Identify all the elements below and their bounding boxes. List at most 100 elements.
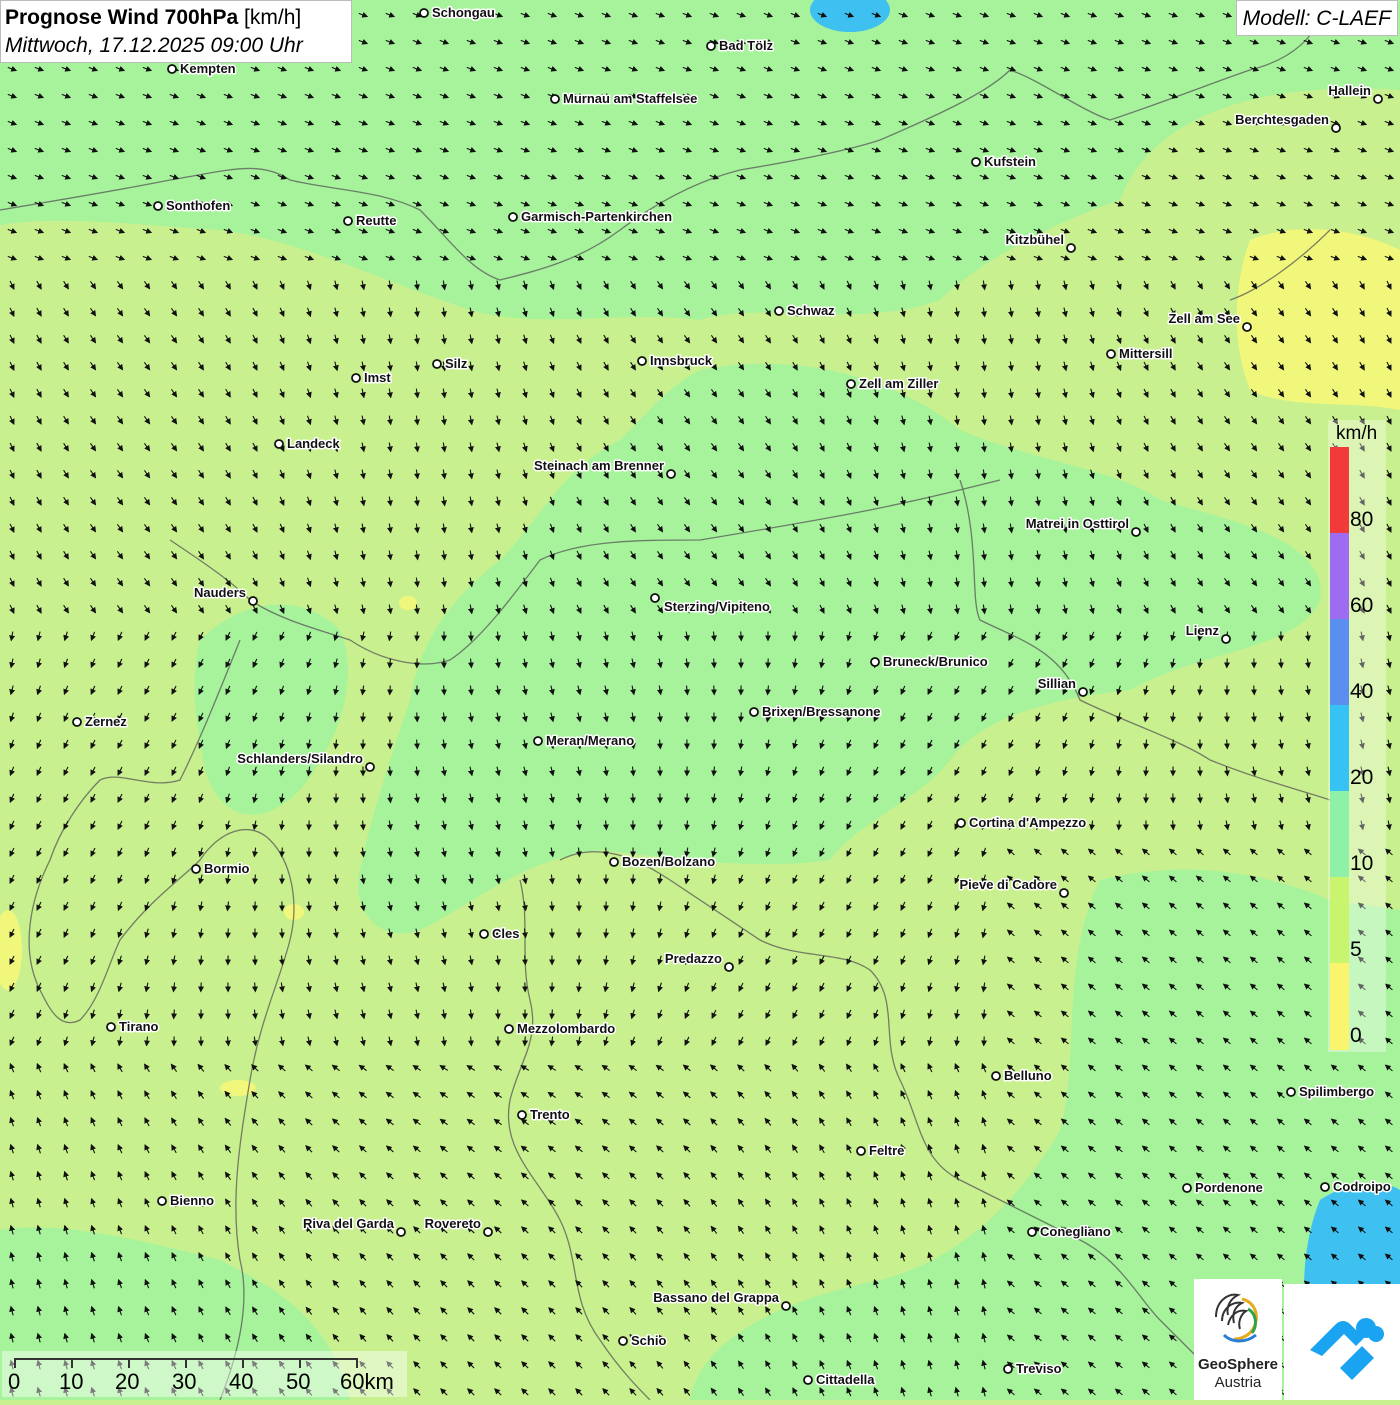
scale-bar: 0 10 20 30 40 50 60km — [2, 1351, 407, 1397]
wind-arrow — [741, 713, 742, 722]
city-label: Kufstein — [984, 154, 1036, 169]
city-label: Silz — [445, 356, 468, 371]
city-label: Bormio — [204, 861, 250, 876]
city-marker: Sonthofen — [154, 198, 230, 213]
city-marker: Innsbruck — [638, 353, 713, 368]
wind-arrow — [525, 956, 526, 965]
wind-arrow — [444, 686, 445, 695]
city-label: Innsbruck — [650, 353, 713, 368]
wind-arrow — [282, 929, 283, 938]
model-label: Modell: C-LAEF — [1236, 0, 1398, 36]
city-label: Bassano del Grappa — [653, 1290, 779, 1305]
scale-label: 40 — [229, 1369, 253, 1395]
city-dot-icon — [857, 1147, 865, 1155]
city-label: Schwaz — [787, 303, 835, 318]
city-marker: Meran/Merano — [534, 733, 634, 748]
wind-arrow — [1119, 821, 1120, 830]
city-dot-icon — [168, 65, 176, 73]
city-marker: Bruneck/Brunico — [871, 654, 988, 669]
legend-band-5 — [1330, 877, 1349, 963]
city-dot-icon — [158, 1197, 166, 1205]
city-marker: Mezzolombardo — [505, 1021, 615, 1036]
wind-arrow — [228, 1010, 229, 1019]
city-label: Bienno — [170, 1193, 214, 1208]
city-marker: Schongau — [420, 5, 495, 20]
city-label: Matrei in Osttirol — [1026, 516, 1129, 531]
scale-label: 10 — [59, 1369, 83, 1395]
city-label: Belluno — [1004, 1068, 1052, 1083]
city-label: Riva del Garda — [303, 1216, 395, 1231]
scale-label: 0 — [8, 1369, 20, 1395]
city-label: Berchtesgaden — [1235, 112, 1329, 127]
wind-arrow — [525, 1037, 526, 1046]
wind-arrow — [1200, 767, 1201, 776]
wind-arrow — [498, 1010, 499, 1019]
wind-arrow — [795, 632, 796, 641]
wind-arrow — [1200, 686, 1201, 695]
city-dot-icon — [1222, 635, 1230, 643]
scale-tick — [128, 1358, 130, 1368]
legend-label-0: 0 — [1350, 1024, 1362, 1048]
city-marker: Cortina d'Ampezzo — [957, 815, 1086, 830]
app-arrow-icon — [1284, 1284, 1400, 1400]
color-legend: km/h 80 60 40 20 10 5 0 — [1328, 420, 1386, 1052]
city-dot-icon — [1107, 350, 1115, 358]
city-label: Zell am See — [1168, 311, 1240, 326]
city-label: Landeck — [287, 436, 341, 451]
city-label: Kempten — [180, 61, 236, 76]
legend-label-40: 40 — [1350, 680, 1373, 704]
city-marker: Pordenone — [1183, 1180, 1263, 1195]
city-label: Zell am Ziller — [859, 376, 938, 391]
city-dot-icon — [1287, 1088, 1295, 1096]
city-marker: Zell am Ziller — [847, 376, 938, 391]
city-label: Cittadella — [816, 1372, 875, 1387]
city-dot-icon — [619, 1337, 627, 1345]
city-dot-icon — [871, 658, 879, 666]
legend-band-0 — [1330, 963, 1349, 1050]
city-marker: Brixen/Bressanone — [750, 704, 881, 719]
city-label: Meran/Merano — [546, 733, 634, 748]
scale-label: 30 — [172, 1369, 196, 1395]
wind-arrow — [228, 929, 229, 938]
wind-arrow — [1227, 740, 1228, 749]
city-label: Cles — [492, 926, 519, 941]
scale-label: 60km — [340, 1369, 394, 1395]
city-label: Sonthofen — [166, 198, 230, 213]
scale-tick — [14, 1358, 16, 1368]
wind-arrow — [552, 1010, 553, 1019]
city-label: Rovereto — [425, 1216, 481, 1231]
city-dot-icon — [847, 380, 855, 388]
legend-band-20 — [1330, 705, 1349, 791]
city-dot-icon — [804, 1376, 812, 1384]
geosphere-logo-line2: Austria — [1194, 1374, 1282, 1391]
city-dot-icon — [667, 470, 675, 478]
city-dot-icon — [352, 374, 360, 382]
city-dot-icon — [1028, 1228, 1036, 1236]
city-dot-icon — [775, 307, 783, 315]
map-title-main: Prognose Wind 700hPa — [5, 6, 238, 29]
city-label: Zernez — [85, 714, 127, 729]
wind-arrow — [471, 1037, 472, 1046]
weather-app-logo[interactable] — [1284, 1284, 1400, 1400]
geosphere-logo[interactable]: GeoSphere Austria — [1194, 1279, 1282, 1400]
scale-tick — [185, 1358, 187, 1368]
city-label: Steinach am Brenner — [534, 458, 664, 473]
city-label: Bad Tölz — [719, 38, 774, 53]
city-marker: Garmisch-Partenkirchen — [509, 209, 672, 224]
wind-arrow — [1173, 740, 1174, 749]
city-label: Murnau am Staffelsee — [563, 91, 697, 106]
wind-arrow — [471, 632, 472, 641]
wind-forecast-map: Schongau Bad Tölz Kempten Murnau am Staffel… — [0, 0, 1400, 1400]
city-dot-icon — [534, 737, 542, 745]
wind-arrow — [552, 929, 553, 938]
city-label: Lienz — [1186, 623, 1220, 638]
city-label: Treviso — [1016, 1361, 1062, 1376]
city-dot-icon — [154, 202, 162, 210]
city-dot-icon — [192, 865, 200, 873]
city-dot-icon — [551, 95, 559, 103]
wind-arrow — [633, 794, 634, 803]
city-label: Tirano — [119, 1019, 159, 1034]
city-label: Pordenone — [1195, 1180, 1263, 1195]
city-dot-icon — [1079, 688, 1087, 696]
city-label: Spilimbergo — [1299, 1084, 1374, 1099]
